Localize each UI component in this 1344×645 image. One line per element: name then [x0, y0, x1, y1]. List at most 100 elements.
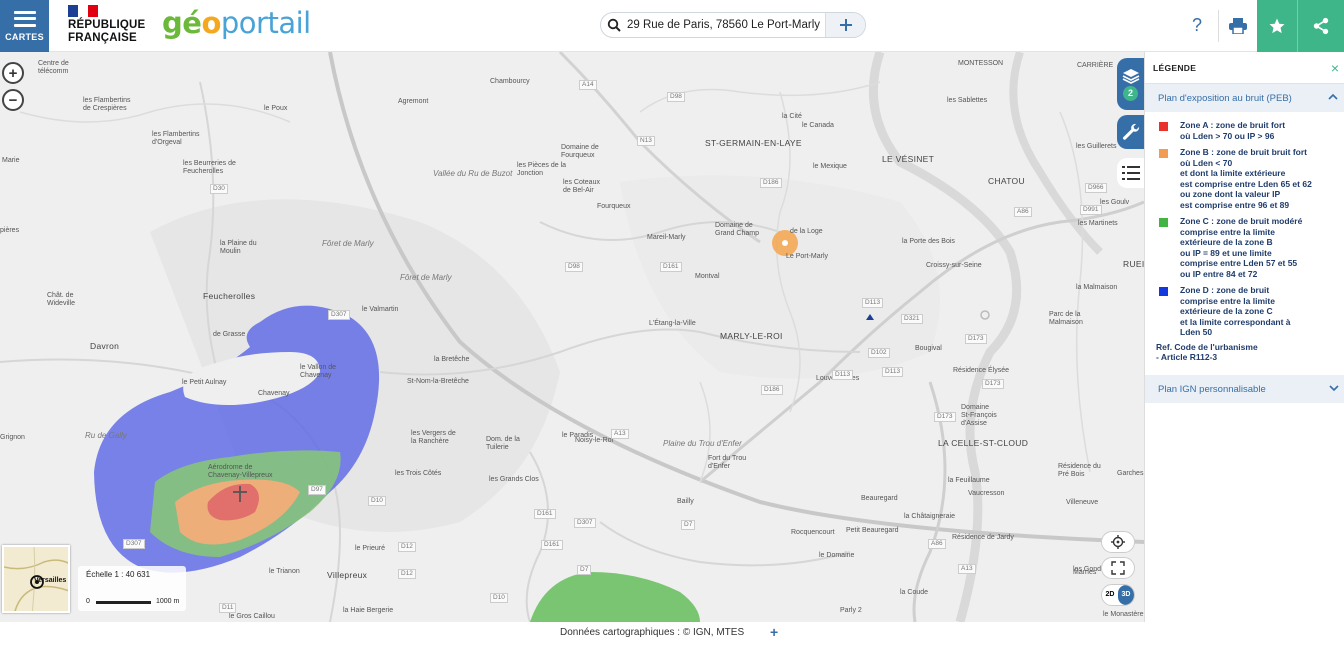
- map-place-label: Résidence Élysée: [953, 367, 1010, 374]
- road-shield: D113: [832, 370, 854, 380]
- map-place-label: les Goulv: [1100, 199, 1130, 206]
- geolocate-button[interactable]: [1101, 531, 1135, 553]
- map-place-label: Bougival: [915, 345, 942, 352]
- road-shield: D966: [1085, 183, 1107, 193]
- map-place-label-line: Résidence du: [1058, 463, 1101, 470]
- help-button[interactable]: ?: [1184, 12, 1210, 38]
- legend-item-line: comprise entre la limite: [1180, 295, 1275, 306]
- zoom-out-button[interactable]: −: [2, 89, 24, 111]
- map-place-label: CARRIÈRE: [1077, 62, 1114, 69]
- map-place-label-line: Jonction: [517, 170, 544, 177]
- map-place-label-line: les Flambertins: [83, 97, 131, 104]
- legend-item: Zone A : zone de bruit fort où Lden > 70 …: [1158, 120, 1344, 141]
- map-place-label-line: la Ranchère: [411, 438, 449, 445]
- legend-tab[interactable]: [1117, 158, 1144, 188]
- map-place-label: le Valmartin: [362, 306, 399, 313]
- map-place-label: Le Port-Marly: [786, 253, 829, 260]
- map-place-label-line: le Vallon de: [300, 364, 337, 371]
- map-place-label-line: Moulin: [220, 248, 241, 255]
- legend-layer-ign[interactable]: Plan IGN personnalisable: [1145, 375, 1344, 403]
- legend-item-line: est comprise entre Lden 65 et 62: [1180, 178, 1312, 189]
- map-canvas[interactable]: Centre de télécomm Chambourcy MONTESSON CARR…: [0, 52, 1144, 622]
- view-3d-option[interactable]: 3D: [1118, 585, 1134, 605]
- road-shield: D186: [761, 385, 783, 395]
- legend-item-line: Zone A : zone de bruit fort: [1180, 120, 1286, 130]
- search-input[interactable]: [627, 19, 827, 31]
- legend-panel: LÉGENDE × Plan d'exposition au bruit (PE…: [1144, 52, 1344, 622]
- share-button[interactable]: [1297, 0, 1344, 52]
- road-shield: D173: [982, 379, 1004, 389]
- layers-count-badge: 2: [1123, 85, 1138, 101]
- header-divider: [1218, 10, 1219, 42]
- brand-part-1: gé: [162, 6, 202, 40]
- cartes-menu-button[interactable]: CARTES: [0, 0, 49, 52]
- map-place-label: Agremont: [398, 98, 429, 105]
- map-place-label: Domaine St-François d'Assise: [961, 404, 997, 428]
- map-place-label: la Feuillaume: [948, 477, 990, 484]
- map-place-label: les Flambertins d'Orgeval: [152, 131, 199, 147]
- view-2d-3d-toggle[interactable]: 2D 3D: [1101, 584, 1135, 606]
- map-place-label: le Gros Caillou: [229, 613, 275, 620]
- map-place-label: Centre de télécomm: [38, 60, 69, 76]
- map-place-label: Chambourcy: [490, 78, 530, 85]
- map-place-label-line: Dom. de la: [486, 436, 520, 443]
- cartes-label: CARTES: [5, 31, 44, 42]
- geoportail-logo[interactable]: géoportail: [162, 6, 311, 40]
- road-shield: A13: [958, 564, 976, 574]
- map-place-label: la Coude: [900, 589, 929, 596]
- road-shield: D7: [577, 565, 592, 575]
- map-place-label: de Grasse: [213, 331, 246, 338]
- minimap-label: Versailles: [34, 577, 67, 584]
- map-place-label-line: Fort du Trou: [708, 455, 747, 462]
- road-shield: D113: [882, 367, 904, 377]
- close-icon[interactable]: ×: [1331, 60, 1339, 76]
- map-place-label: Feucherolles: [203, 291, 256, 301]
- map-place-label: Résidence du Pré Bois: [1058, 463, 1101, 479]
- map-place-label: la Malmaison: [1076, 284, 1118, 291]
- map-place-label-line: télécomm: [38, 68, 69, 75]
- legend-item: Zone C : zone de bruit modéré comprise en…: [1158, 216, 1344, 279]
- map-place-label: les Guillerets: [1076, 143, 1117, 150]
- map-place-label: L'Étang-la-Ville: [649, 320, 696, 327]
- geoportail-app: CARTES RÉPUBLIQUE FRANÇAISE géoportail ?: [0, 0, 1344, 645]
- reference-line-1: Ref. Code de l'urbanisme: [1156, 341, 1258, 352]
- brand-part-3: portail: [220, 6, 311, 40]
- overview-minimap[interactable]: Versailles: [2, 545, 70, 613]
- search-icon[interactable]: [601, 12, 627, 38]
- road-shield: D113: [862, 298, 884, 308]
- legend-item-line: ou IP = 89 et une limite: [1180, 247, 1272, 258]
- legend-item-line: et dont la limite extérieure: [1180, 168, 1286, 178]
- map-place-label: Beauregard: [861, 495, 898, 502]
- road-shield: D102: [868, 348, 890, 358]
- map-place-label: Montval: [695, 273, 720, 280]
- layers-tab[interactable]: 2: [1117, 58, 1144, 110]
- tools-tab[interactable]: [1117, 115, 1144, 149]
- zoom-in-button[interactable]: +: [2, 62, 24, 84]
- legend-title: LÉGENDE: [1153, 62, 1197, 73]
- map-place-label-line: Domaine de: [561, 144, 599, 151]
- map-place-label: le Prieuré: [355, 545, 385, 552]
- attribution-expand-button[interactable]: +: [770, 624, 778, 640]
- map-place-label: St-Nom-la-Bretêche: [407, 378, 469, 385]
- print-button[interactable]: [1224, 12, 1252, 40]
- republique-francaise-logo[interactable]: RÉPUBLIQUE FRANÇAISE: [68, 5, 148, 47]
- legend-reference: Ref. Code de l'urbanisme - Article R112-…: [1145, 342, 1344, 363]
- legend-item: Zone B : zone de bruit bruit fort où Lden…: [1158, 147, 1344, 210]
- view-2d-option[interactable]: 2D: [1102, 585, 1118, 605]
- favorites-button[interactable]: [1257, 0, 1297, 52]
- map-place-label: le Poux: [264, 105, 288, 112]
- road-shield: D7: [681, 520, 696, 530]
- map-place-label-line: les Flambertins: [152, 131, 200, 138]
- legend-item-line: Zone C : zone de bruit modéré: [1180, 216, 1303, 226]
- map-place-label: les Pièces de la Jonction: [517, 162, 566, 178]
- share-icon: [1313, 17, 1329, 35]
- fullscreen-button[interactable]: [1101, 557, 1135, 579]
- legend-items: Zone A : zone de bruit fort où Lden > 70 …: [1145, 112, 1344, 338]
- map-place-label: Vaucresson: [968, 490, 1005, 497]
- map-place-label: la Porte des Bois: [902, 238, 955, 245]
- road-shield: D991: [1080, 205, 1102, 215]
- legend-layer-peb[interactable]: Plan d'exposition au bruit (PEB): [1145, 84, 1344, 112]
- search-add-button[interactable]: [825, 13, 865, 37]
- map-place-label-line: Centre de: [38, 60, 69, 67]
- star-icon: [1269, 18, 1285, 34]
